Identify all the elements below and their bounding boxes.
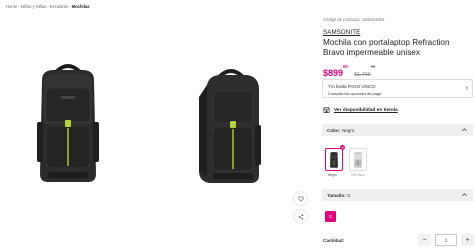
store-icon [323,107,330,113]
breadcrumb-separator: › [47,4,49,9]
payment-options-link[interactable]: Consulta las opciones de pago [328,91,381,96]
heart-icon [297,195,304,202]
product-image-angle[interactable] [193,67,263,185]
original-price: $1,79900 [354,63,376,79]
quantity-increase-button[interactable]: + [461,234,474,246]
color-swatch-light-gray[interactable] [349,148,367,171]
current-price: $89900 [323,63,348,79]
quantity-label: Cantidad: [323,238,345,243]
share-icon [298,214,303,219]
color-selection-text: Color: Negro [327,127,355,133]
product-code: Código de producto: 1195323451 [323,17,385,22]
breadcrumb-separator: › [18,4,20,9]
chevron-right-icon: › [465,85,468,92]
breadcrumb-home[interactable]: Home [6,4,17,9]
store-availability-link[interactable]: Ver disponibilidad en tienda [323,107,398,113]
quantity-input[interactable]: 1 [435,234,457,246]
product-title: Mochila con portalaptop Refraction Bravo… [323,38,450,57]
breadcrumb-separator: › [69,4,71,9]
swatch-label: Gris claro [351,173,365,177]
swatch-label: Negro [328,173,337,177]
color-accordion-header[interactable]: Color: Negro [322,124,473,136]
chevron-up-icon [461,192,468,199]
breadcrumb-school[interactable]: Escolares [50,4,68,9]
quantity-decrease-button[interactable]: − [418,234,431,246]
size-accordion-header[interactable]: Tamaño: G [322,189,473,201]
product-image-front[interactable] [34,62,102,184]
breadcrumb-current: Mochilas [71,4,90,9]
store-availability-label[interactable]: Ver disponibilidad en tienda [334,108,398,113]
payment-options-box[interactable]: Y/o hasta PAGO ÚNICO Consulta las opcion… [322,79,473,98]
share-button[interactable] [294,210,307,223]
quantity-stepper: − 1 + [418,234,474,246]
payment-headline: Y/o hasta PAGO ÚNICO [328,84,376,89]
size-selection-text: Tamaño: G [327,192,351,198]
product-gallery [0,12,312,252]
size-option-g[interactable]: G [325,211,336,222]
brand-link[interactable]: SAMSONITE [323,29,360,36]
favorite-button[interactable] [294,192,307,205]
breadcrumb: Home›Niños y Niñas›Escolares›Mochilas [6,4,90,9]
product-info-panel: Código de producto: 1195323451 SAMSONITE… [322,0,475,252]
chevron-up-icon [461,127,468,134]
color-swatch-black[interactable] [325,148,343,171]
breadcrumb-kids[interactable]: Niños y Niñas [21,4,47,9]
check-icon [340,145,345,150]
